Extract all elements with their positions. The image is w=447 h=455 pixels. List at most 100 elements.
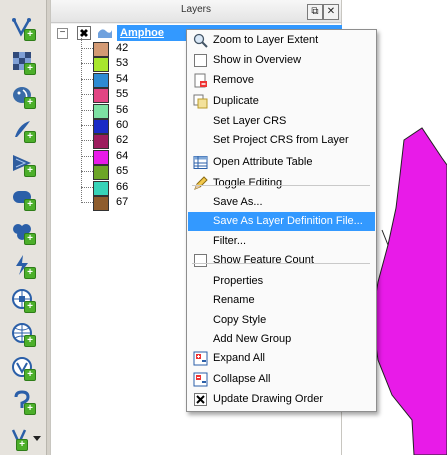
legend-label: 53 (116, 57, 129, 70)
menu-item-open-attribute-table[interactable]: Open Attribute Table (188, 153, 375, 172)
menu-item-label: Set Project CRS from Layer (213, 134, 349, 146)
menu-item-label: Remove (213, 74, 254, 86)
add-mssql-layer-button[interactable]: + (9, 150, 36, 177)
menu-item-label: Filter... (213, 235, 247, 247)
add-virtual-layer-icon: + (11, 390, 36, 415)
add-raster-layer-button[interactable]: + (9, 48, 36, 75)
menu-item-set-project-crs-from-layer[interactable]: Set Project CRS from Layer (188, 131, 375, 150)
legend-color-swatch (93, 119, 109, 134)
legend-label: 42 (116, 42, 129, 54)
pencil-icon (193, 176, 208, 191)
checkbox-icon (193, 53, 208, 68)
menu-item-save-as-layer-definition-file[interactable]: Save As Layer Definition File... (188, 212, 375, 231)
legend-color-swatch (93, 180, 109, 196)
menu-item-label: Save As... (213, 196, 263, 208)
add-db2-layer-button[interactable]: + (9, 218, 36, 245)
add-oracle-layer-button[interactable]: + (9, 184, 36, 211)
layer-toolbar: + + + + + + + + + + + + + (0, 0, 47, 455)
menu-item-label: Zoom to Layer Extent (213, 34, 319, 46)
menu-separator (192, 263, 370, 264)
legend-label: 62 (116, 134, 129, 147)
add-wfs-layer-icon: + (11, 322, 36, 347)
add-spatialite-layer-icon: + (11, 118, 36, 143)
menu-item-set-layer-crs[interactable]: Set Layer CRS (188, 112, 375, 131)
menu-item-show-feature-count[interactable]: Show Feature Count (188, 251, 375, 270)
legend-label: 64 (116, 149, 129, 162)
layer-context-menu: Zoom to Layer Extent Show in Overview Remo… (186, 29, 377, 412)
add-wms-layer-button[interactable]: + (9, 252, 36, 279)
menu-item-label: Duplicate (213, 95, 259, 107)
new-layer-dropdown-icon: + (11, 426, 41, 451)
menu-item-zoom-to-layer-extent[interactable]: Zoom to Layer Extent (188, 31, 375, 50)
legend-color-swatch (93, 57, 109, 73)
add-wfs-layer-button[interactable]: + (9, 320, 36, 347)
menu-separator (192, 185, 370, 186)
menu-item-label: Add New Group (213, 333, 292, 345)
menu-item-label: Toggle Editing (213, 177, 283, 189)
add-virtual-layer-button[interactable]: + (9, 388, 36, 415)
menu-item-copy-style[interactable]: Copy Style (188, 311, 375, 330)
menu-item-label: Show in Overview (213, 54, 302, 66)
legend-color-swatch (93, 149, 109, 165)
add-vector-layer-button[interactable]: + (9, 14, 36, 41)
legend-color-swatch (93, 72, 109, 88)
menu-item-properties[interactable]: Properties (188, 272, 375, 291)
legend-color-swatch (93, 103, 109, 119)
zoom-icon (193, 33, 208, 48)
add-db2-layer-icon: + (11, 220, 36, 245)
add-wcs-layer-icon: + (11, 288, 36, 313)
menu-item-label: Copy Style (213, 314, 267, 326)
add-postgis-layer-button[interactable]: + (9, 82, 36, 109)
menu-item-duplicate[interactable]: Duplicate (188, 92, 375, 111)
add-delimited-text-layer-button[interactable]: + (9, 354, 36, 381)
menu-item-expand-all[interactable]: Expand All (188, 349, 375, 368)
add-vector-layer-icon: + (11, 16, 36, 41)
x-checkbox-icon (193, 392, 208, 407)
add-mssql-layer-icon: + (11, 152, 36, 177)
close-panel-button[interactable]: ✕ (323, 4, 339, 20)
checkbox-icon (193, 253, 208, 268)
menu-item-show-in-overview[interactable]: Show in Overview (188, 51, 375, 70)
legend-label: 66 (116, 180, 129, 193)
menu-item-label: Properties (213, 275, 264, 287)
legend-label: 55 (116, 88, 129, 101)
legend-color-swatch (93, 88, 109, 104)
expand-icon (193, 351, 208, 366)
menu-item-label: Show Feature Count (213, 254, 314, 266)
new-layer-dropdown-button[interactable]: + (9, 424, 41, 451)
add-wcs-layer-button[interactable]: + (9, 286, 36, 313)
table-icon (193, 155, 208, 170)
layer-visibility-checkbox[interactable]: ✖ (77, 26, 91, 40)
menu-item-add-new-group[interactable]: Add New Group (188, 330, 375, 349)
menu-item-label: Set Layer CRS (213, 115, 287, 127)
menu-item-collapse-all[interactable]: Collapse All (188, 370, 375, 389)
polygon-layer-icon (97, 26, 113, 40)
legend-label: 54 (116, 72, 129, 85)
remove-icon (193, 73, 208, 88)
legend-label: 67 (116, 196, 129, 208)
add-raster-layer-icon: + (11, 50, 36, 75)
menu-item-label: Collapse All (213, 373, 271, 385)
menu-item-label: Open Attribute Table (213, 156, 313, 168)
legend-color-swatch (93, 165, 109, 181)
add-spatialite-layer-button[interactable]: + (9, 116, 36, 143)
float-panel-button[interactable]: ⧉ (307, 4, 323, 20)
legend-color-swatch (93, 42, 109, 57)
collapse-icon (193, 372, 208, 387)
duplicate-icon (193, 94, 208, 109)
add-wms-layer-icon: + (11, 254, 36, 279)
menu-item-remove[interactable]: Remove (188, 71, 375, 90)
menu-item-label: Expand All (213, 352, 265, 364)
layers-panel-titlebar: Layers ⧉ ✕ (51, 0, 341, 23)
add-delimited-text-layer-icon: + (11, 356, 36, 381)
menu-item-label: Save As Layer Definition File... (213, 215, 363, 227)
add-postgis-layer-icon: + (11, 84, 36, 109)
collapse-toggle[interactable]: − (57, 28, 68, 39)
menu-item-label: Update Drawing Order (213, 393, 324, 405)
menu-item-update-drawing-order[interactable]: Update Drawing Order (188, 390, 375, 409)
menu-item-rename[interactable]: Rename (188, 291, 375, 310)
menu-item-filter[interactable]: Filter... (188, 232, 375, 251)
menu-item-save-as[interactable]: Save As... (188, 193, 375, 212)
menu-item-toggle-editing[interactable]: Toggle Editing (188, 174, 375, 193)
legend-label: 56 (116, 103, 129, 116)
